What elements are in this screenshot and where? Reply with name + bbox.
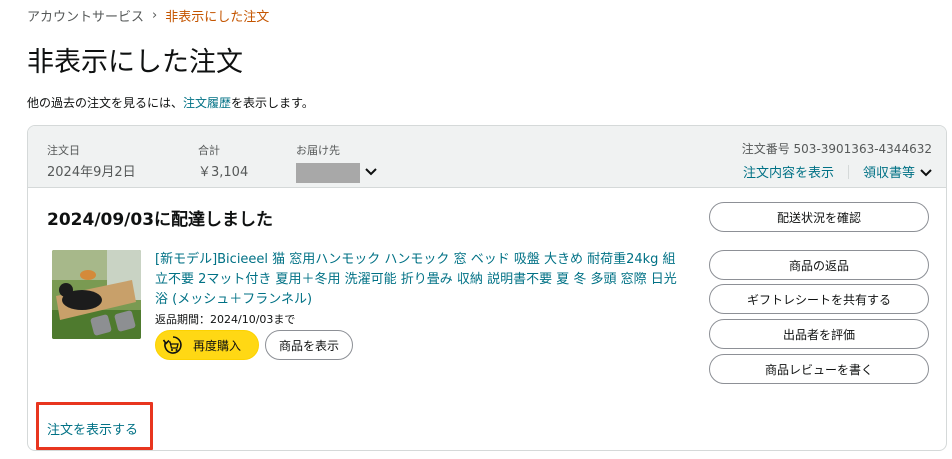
rebuy-label: 再度購入	[193, 338, 242, 353]
product-title-link[interactable]: [新モデル]Bicieeel 猫 窓用ハンモック ハンモック 窓 ベッド 吸盤 …	[155, 250, 685, 310]
view-order-details-link[interactable]: 注文内容を表示	[743, 162, 834, 181]
order-card: 注文日 2024年9月2日 合計 ￥3,104 お届け先 注文番号 503-39…	[27, 125, 947, 451]
receipt-link[interactable]: 領収書等	[863, 162, 932, 181]
rebuy-button[interactable]: 再度購入	[155, 330, 259, 360]
rate-seller-button[interactable]: 出品者を評価	[709, 319, 929, 349]
order-number: 注文番号 503-3901363-4344632	[741, 142, 932, 156]
rebuy-cart-icon	[162, 334, 184, 356]
order-total-column: 合計 ￥3,104	[198, 142, 248, 180]
order-date-label: 注文日	[47, 144, 80, 157]
chevron-down-icon	[365, 165, 377, 180]
product-image[interactable]	[52, 250, 141, 339]
chevron-down-icon	[920, 166, 932, 181]
highlight-box	[36, 402, 153, 450]
order-header: 注文日 2024年9月2日 合計 ￥3,104 お届け先 注文番号 503-39…	[28, 126, 946, 188]
breadcrumb-separator: ›	[152, 8, 158, 23]
track-package-button[interactable]: 配送状況を確認	[709, 202, 929, 232]
order-date-column: 注文日 2024年9月2日	[47, 142, 136, 180]
order-date-value: 2024年9月2日	[47, 165, 136, 180]
link-divider	[847, 164, 849, 179]
view-item-button[interactable]: 商品を表示	[265, 330, 353, 360]
receipt-label: 領収書等	[862, 166, 915, 181]
redacted-address	[296, 163, 360, 183]
return-item-button[interactable]: 商品の返品	[709, 250, 929, 280]
share-gift-receipt-button[interactable]: ギフトレシートを共有する	[709, 284, 929, 314]
subtext-before: 他の過去の注文を見るには、	[27, 96, 184, 110]
order-number-column: 注文番号 503-3901363-4344632 注文内容を表示 領収書等	[742, 140, 932, 181]
return-period: 返品期間：2024/10/03まで	[155, 313, 296, 326]
page-subtext: 他の過去の注文を見るには、注文履歴を表示します。	[27, 94, 314, 111]
order-header-links: 注文内容を表示 領収書等	[742, 162, 932, 181]
breadcrumb-current: 非表示にした注文	[165, 10, 270, 25]
breadcrumb-account-services[interactable]: アカウントサービス	[27, 6, 144, 25]
order-total-value: ￥3,104	[198, 165, 249, 180]
ship-to-column: お届け先	[296, 142, 377, 183]
delivery-status: 2024/09/03に配達しました	[47, 210, 274, 230]
subtext-after: を表示します。	[231, 96, 314, 110]
ship-to-value[interactable]	[296, 161, 377, 183]
order-total-label: 合計	[198, 144, 220, 157]
write-review-button[interactable]: 商品レビューを書く	[709, 354, 929, 384]
breadcrumb: アカウントサービス › 非表示にした注文	[27, 6, 269, 25]
order-history-link[interactable]: 注文履歴	[183, 96, 231, 110]
ship-to-label: お届け先	[296, 144, 340, 157]
page-title: 非表示にした注文	[27, 47, 243, 78]
